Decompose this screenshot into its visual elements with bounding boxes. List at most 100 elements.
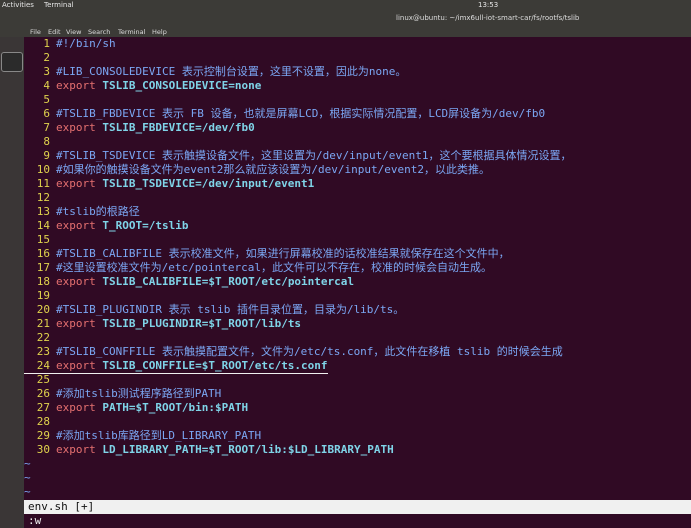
comment-text: #tslib的根路径 (56, 205, 140, 218)
code-line: 23 #TSLIB_CONFFILE 表示触摸配置文件，文件为/etc/ts.co… (24, 345, 563, 359)
window-title: linux@ubuntu: ~/imx6ull-iot-smart-car/fs… (396, 14, 580, 22)
export-keyword: export (56, 121, 96, 134)
terminal-icon[interactable] (1, 52, 23, 72)
code-line: 27 export PATH=$T_ROOT/bin:$PATH (24, 401, 248, 415)
activities-button[interactable]: Activities (2, 0, 34, 10)
code-line: 3 #LIB_CONSOLEDEVICE 表示控制台设置，这里不设置，因此为non… (24, 65, 406, 79)
code-line: 17 #这里设置校准文件为/etc/pointercal，此文件可以不存在，校准的… (24, 261, 492, 275)
menu-file[interactable]: File (30, 28, 41, 37)
code-line: 13 #tslib的根路径 (24, 205, 140, 219)
variable-value: $T_ROOT/lib/ts (208, 317, 302, 330)
comment-text: #添加tslib库路径到LD_LIBRARY_PATH (56, 429, 262, 442)
menu-bar: File Edit View Search Terminal Help (0, 28, 691, 37)
line-number: 2 (43, 51, 50, 64)
variable-assignment: TSLIB_CONSOLEDEVICE=none (102, 79, 262, 92)
line-number: 3 (43, 65, 50, 78)
code-line: 5 (24, 93, 56, 107)
line-number: 30 (36, 443, 50, 456)
variable-assignment: LD_LIBRARY_PATH= (102, 443, 209, 456)
variable-value: $T_ROOT/etc/ts.conf (201, 359, 328, 372)
line-number: 17 (36, 261, 50, 274)
variable-assignment: TSLIB_FBDEVICE=/dev/fb0 (102, 121, 255, 134)
line-number: 1 (43, 37, 50, 50)
menu-help[interactable]: Help (152, 28, 167, 37)
variable-value: $T_ROOT/etc/pointercal (208, 275, 355, 288)
code-line: 1 #!/bin/sh (24, 37, 116, 51)
tilde-marker: ~ (24, 471, 31, 484)
code-line: 22 (24, 331, 56, 345)
code-line: 4 export TSLIB_CONSOLEDEVICE=none (24, 79, 261, 93)
code-line: 15 (24, 233, 56, 247)
code-line: 2 (24, 51, 56, 65)
comment-text: #TSLIB_PLUGINDIR 表示 tslib 插件目录位置，目录为/lib… (56, 303, 405, 316)
code-line: 7 export TSLIB_FBDEVICE=/dev/fb0 (24, 121, 255, 135)
variable-value: $T_ROOT/lib:$LD_LIBRARY_PATH (208, 443, 394, 456)
status-line: env.sh [+] (24, 500, 691, 514)
code-line: 12 (24, 191, 56, 205)
code-line: 26 #添加tslib测试程序路径到PATH (24, 387, 221, 401)
comment-text: #TSLIB_TSDEVICE 表示触摸设备文件，这里设置为/dev/input… (56, 149, 572, 162)
command-line[interactable]: :w (24, 514, 691, 528)
line-number: 6 (43, 107, 50, 120)
export-keyword: export (56, 177, 96, 190)
code-line: 19 (24, 289, 56, 303)
code-line: 6 #TSLIB_FBDEVICE 表示 FB 设备，也就是屏幕LCD，根据实际情… (24, 107, 545, 121)
comment-text: #这里设置校准文件为/etc/pointercal，此文件可以不存在，校准的时候… (56, 261, 492, 274)
launcher (0, 10, 24, 528)
menu-terminal[interactable]: Terminal (118, 28, 145, 37)
line-number: 12 (36, 191, 50, 204)
line-number: 23 (36, 345, 50, 358)
comment-text: #LIB_CONSOLEDEVICE 表示控制台设置，这里不设置，因此为none… (56, 65, 407, 78)
vim-editor[interactable]: 1 #!/bin/sh 2 3 #LIB_CONSOLEDEVICE 表示控制台设置，这… (24, 37, 691, 500)
window-titlebar: linux@ubuntu: ~/imx6ull-iot-smart-car/fs… (0, 10, 691, 28)
line-number: 29 (36, 429, 50, 442)
code-line: 28 (24, 415, 56, 429)
clock[interactable]: 13:53 (478, 0, 498, 10)
line-number: 20 (36, 303, 50, 316)
line-number: 14 (36, 219, 50, 232)
line-number: 11 (36, 177, 50, 190)
variable-assignment: TSLIB_CALIBFILE= (102, 275, 209, 288)
comment-text: #TSLIB_FBDEVICE 表示 FB 设备，也就是屏幕LCD，根据实际情况… (56, 107, 546, 120)
code-line: 21 export TSLIB_PLUGINDIR=$T_ROOT/lib/ts (24, 317, 301, 331)
variable-assignment: TSLIB_CONFFILE= (102, 359, 202, 372)
line-number: 4 (43, 79, 50, 92)
line-number: 9 (43, 149, 50, 162)
line-number: 19 (36, 289, 50, 302)
comment-text: #如果你的触摸设备文件为event2那么就应该设置为/dev/input/eve… (56, 163, 490, 176)
comment-text: #添加tslib测试程序路径到PATH (56, 387, 222, 400)
comment-text: #!/bin/sh (56, 37, 116, 50)
code-line: 18 export TSLIB_CALIBFILE=$T_ROOT/etc/poi… (24, 275, 354, 289)
empty-buffer-line: ~ (24, 471, 31, 485)
variable-value: $T_ROOT/bin:$PATH (135, 401, 249, 414)
line-number: 26 (36, 387, 50, 400)
export-keyword: export (56, 219, 96, 232)
code-line: 30 export LD_LIBRARY_PATH=$T_ROOT/lib:$LD… (24, 443, 394, 457)
line-number: 21 (36, 317, 50, 330)
code-line: 10 #如果你的触摸设备文件为event2那么就应该设置为/dev/input/e… (24, 163, 490, 177)
code-line: 25 (24, 373, 56, 387)
code-line: 9 #TSLIB_TSDEVICE 表示触摸设备文件，这里设置为/dev/inpu… (24, 149, 572, 163)
app-menu[interactable]: Terminal (44, 0, 74, 10)
code-line: 29 #添加tslib库路径到LD_LIBRARY_PATH (24, 429, 261, 443)
export-keyword: export (56, 359, 96, 372)
export-keyword: export (56, 443, 96, 456)
variable-assignment: T_ROOT=/tslib (102, 219, 189, 232)
menu-search[interactable]: Search (88, 28, 110, 37)
line-number: 13 (36, 205, 50, 218)
line-number: 16 (36, 247, 50, 260)
tilde-marker: ~ (24, 485, 31, 498)
empty-buffer-line: ~ (24, 457, 31, 471)
line-number: 24 (36, 359, 50, 372)
menu-view[interactable]: View (66, 28, 81, 37)
line-number: 10 (36, 163, 50, 176)
line-number: 27 (36, 401, 50, 414)
line-number: 5 (43, 93, 50, 106)
code-line: 20 #TSLIB_PLUGINDIR 表示 tslib 插件目录位置，目录为/l… (24, 303, 405, 317)
line-number: 18 (36, 275, 50, 288)
export-keyword: export (56, 401, 96, 414)
line-number: 15 (36, 233, 50, 246)
code-line: 14 export T_ROOT=/tslib (24, 219, 189, 233)
code-line: 11 export TSLIB_TSDEVICE=/dev/input/event… (24, 177, 315, 191)
menu-edit[interactable]: Edit (48, 28, 61, 37)
